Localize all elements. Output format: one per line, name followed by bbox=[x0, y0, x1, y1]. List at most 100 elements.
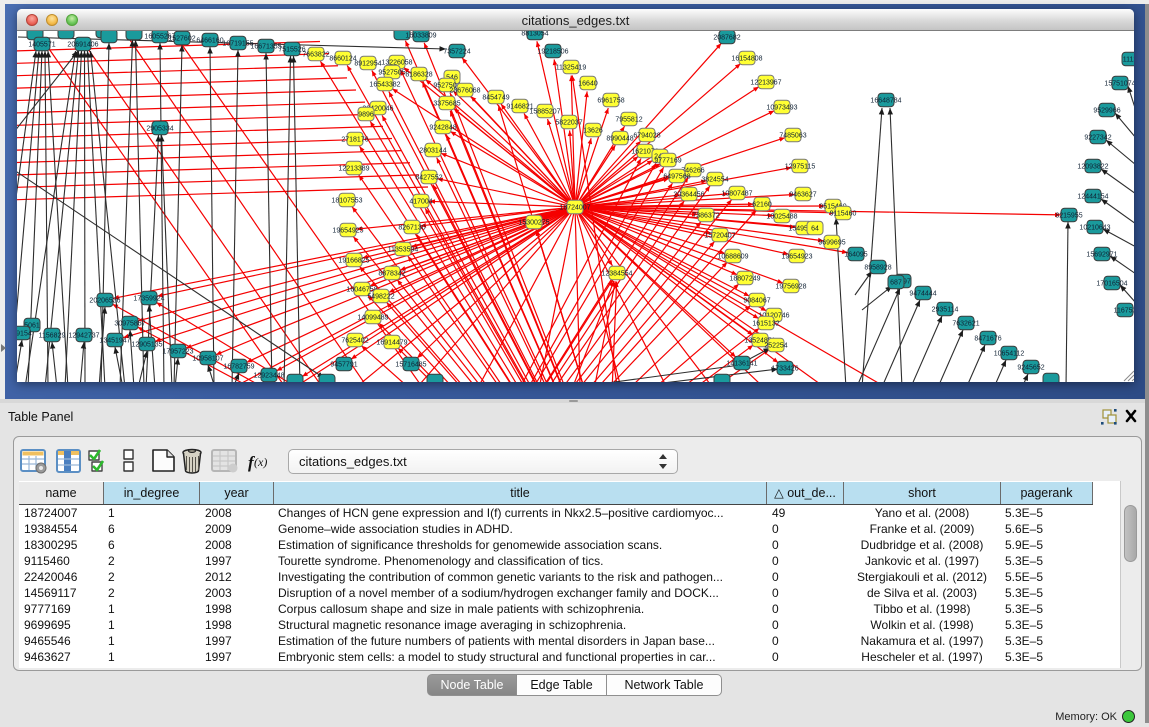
svg-text:12093822: 12093822 bbox=[1077, 164, 1108, 171]
svg-text:8990448: 8990448 bbox=[606, 136, 633, 143]
svg-text:9115460: 9115460 bbox=[830, 211, 857, 218]
svg-text:687: 687 bbox=[890, 280, 902, 287]
svg-text:6794028: 6794028 bbox=[633, 133, 660, 140]
svg-text:12905135: 12905135 bbox=[131, 342, 162, 349]
svg-text:2087682: 2087682 bbox=[713, 35, 740, 42]
svg-text:12213967: 12213967 bbox=[750, 80, 781, 87]
svg-text:6497568: 6497568 bbox=[663, 174, 690, 181]
svg-text:16640: 16640 bbox=[578, 81, 598, 88]
svg-text:10719155: 10719155 bbox=[222, 41, 253, 48]
svg-text:18107553: 18107553 bbox=[331, 198, 362, 205]
svg-text:16671355: 16671355 bbox=[250, 44, 281, 51]
svg-text:16914479: 16914479 bbox=[376, 340, 407, 347]
svg-text:12923448: 12923448 bbox=[253, 373, 284, 380]
svg-text:6961758: 6961758 bbox=[597, 98, 624, 105]
svg-text:6466160: 6466160 bbox=[196, 38, 223, 45]
svg-text:15720407: 15720407 bbox=[704, 233, 735, 240]
svg-text:252254: 252254 bbox=[764, 343, 787, 350]
svg-text:8813054: 8813054 bbox=[521, 31, 548, 38]
svg-text:9699695: 9699695 bbox=[818, 240, 845, 247]
svg-text:15692971: 15692971 bbox=[1086, 252, 1117, 259]
svg-text:1615132: 1615132 bbox=[752, 321, 779, 328]
svg-text:19756928: 19756928 bbox=[775, 284, 806, 291]
svg-text:8878342: 8878342 bbox=[378, 271, 405, 278]
svg-text:9463627: 9463627 bbox=[789, 192, 816, 199]
svg-text:3824554: 3824554 bbox=[701, 177, 728, 184]
svg-text:64: 64 bbox=[811, 226, 819, 233]
svg-text:9529966: 9529966 bbox=[1093, 108, 1120, 115]
svg-text:13626: 13626 bbox=[583, 128, 603, 135]
svg-text:7485063: 7485063 bbox=[779, 133, 806, 140]
svg-text:18807249: 18807249 bbox=[729, 276, 760, 283]
svg-text:16033809: 16033809 bbox=[405, 33, 436, 40]
svg-text:17359924: 17359924 bbox=[133, 296, 164, 303]
svg-text:9084067: 9084067 bbox=[743, 298, 770, 305]
svg-text:30975867: 30975867 bbox=[114, 321, 145, 328]
svg-text:20206536: 20206536 bbox=[89, 298, 120, 305]
svg-text:1733426: 1733426 bbox=[771, 366, 798, 373]
svg-text:8912954: 8912954 bbox=[354, 61, 381, 68]
svg-text:9527505: 9527505 bbox=[378, 70, 405, 77]
svg-text:2905334: 2905334 bbox=[146, 126, 173, 133]
svg-text:20364456: 20364456 bbox=[673, 192, 704, 199]
svg-text:19218506: 19218506 bbox=[537, 49, 568, 56]
svg-text:13451947: 13451947 bbox=[99, 338, 130, 345]
svg-text:15716485: 15716485 bbox=[395, 362, 426, 369]
svg-text:12384554: 12384554 bbox=[601, 271, 632, 278]
svg-text:11353594: 11353594 bbox=[388, 247, 419, 254]
svg-text:9896: 9896 bbox=[358, 112, 374, 119]
svg-text:19654923: 19654923 bbox=[781, 254, 812, 261]
svg-text:12975115: 12975115 bbox=[785, 164, 816, 171]
svg-text:10025488: 10025488 bbox=[766, 214, 797, 221]
svg-text:10210643: 10210643 bbox=[1079, 225, 1110, 232]
svg-text:12444154: 12444154 bbox=[1077, 194, 1108, 201]
svg-text:18724007: 18724007 bbox=[559, 205, 590, 212]
svg-text:8660124: 8660124 bbox=[329, 56, 356, 63]
svg-text:5822037: 5822037 bbox=[555, 120, 582, 127]
svg-text:164095: 164095 bbox=[844, 252, 867, 259]
svg-text:16782759: 16782759 bbox=[223, 364, 254, 371]
svg-text:12213389: 12213389 bbox=[338, 166, 369, 173]
svg-text:15300275: 15300275 bbox=[518, 220, 549, 227]
svg-text:9242848: 9242848 bbox=[429, 125, 456, 132]
svg-text:7955812: 7955812 bbox=[615, 117, 642, 124]
svg-text:8471676: 8471676 bbox=[974, 336, 1001, 343]
svg-text:2803144: 2803144 bbox=[419, 148, 446, 155]
svg-text:20691406: 20691406 bbox=[67, 42, 98, 49]
svg-text:8454749: 8454749 bbox=[482, 95, 509, 102]
svg-text:11325419: 11325419 bbox=[556, 65, 587, 72]
svg-text:3375685: 3375685 bbox=[433, 101, 460, 108]
svg-text:7632621: 7632621 bbox=[952, 321, 979, 328]
svg-text:10688609: 10688609 bbox=[717, 254, 748, 261]
svg-text:7663822: 7663822 bbox=[302, 52, 329, 59]
svg-text:1405571: 1405571 bbox=[28, 42, 55, 49]
svg-text:1112: 1112 bbox=[1123, 57, 1134, 64]
svg-text:(x): (x) bbox=[254, 455, 267, 469]
svg-text:14099489: 14099489 bbox=[357, 315, 388, 322]
svg-text:7357224: 7357224 bbox=[443, 49, 470, 56]
svg-text:8215955: 8215955 bbox=[1055, 213, 1082, 220]
svg-text:9245652: 9245652 bbox=[1017, 365, 1044, 372]
svg-text:12942737: 12942737 bbox=[68, 333, 99, 340]
svg-text:16648784: 16648784 bbox=[870, 98, 901, 105]
svg-text:16543382: 16543382 bbox=[369, 82, 400, 89]
svg-text:9457791: 9457791 bbox=[330, 362, 357, 369]
svg-text:62160: 62160 bbox=[752, 202, 772, 209]
svg-text:8958928: 8958928 bbox=[864, 265, 891, 272]
svg-text:7625402: 7625402 bbox=[341, 338, 368, 345]
svg-text:39154: 39154 bbox=[17, 331, 32, 338]
svg-text:2935114: 2935114 bbox=[932, 307, 959, 314]
svg-text:15885207: 15885207 bbox=[529, 109, 560, 116]
svg-text:15751074: 15751074 bbox=[1104, 81, 1134, 88]
svg-text:1156829: 1156829 bbox=[39, 333, 66, 340]
svg-text:8267130: 8267130 bbox=[398, 225, 425, 232]
svg-text:116753: 116753 bbox=[1114, 308, 1134, 315]
svg-text:10958107: 10958107 bbox=[192, 356, 223, 363]
svg-text:2718176: 2718176 bbox=[341, 137, 368, 144]
svg-text:417004: 417004 bbox=[409, 199, 432, 206]
svg-text:17016504: 17016504 bbox=[1096, 281, 1127, 288]
svg-text:9474444: 9474444 bbox=[909, 291, 936, 298]
svg-text:8427552: 8427552 bbox=[415, 175, 442, 182]
svg-text:10973493: 10973493 bbox=[766, 105, 797, 112]
svg-text:9227342: 9227342 bbox=[1084, 135, 1111, 142]
